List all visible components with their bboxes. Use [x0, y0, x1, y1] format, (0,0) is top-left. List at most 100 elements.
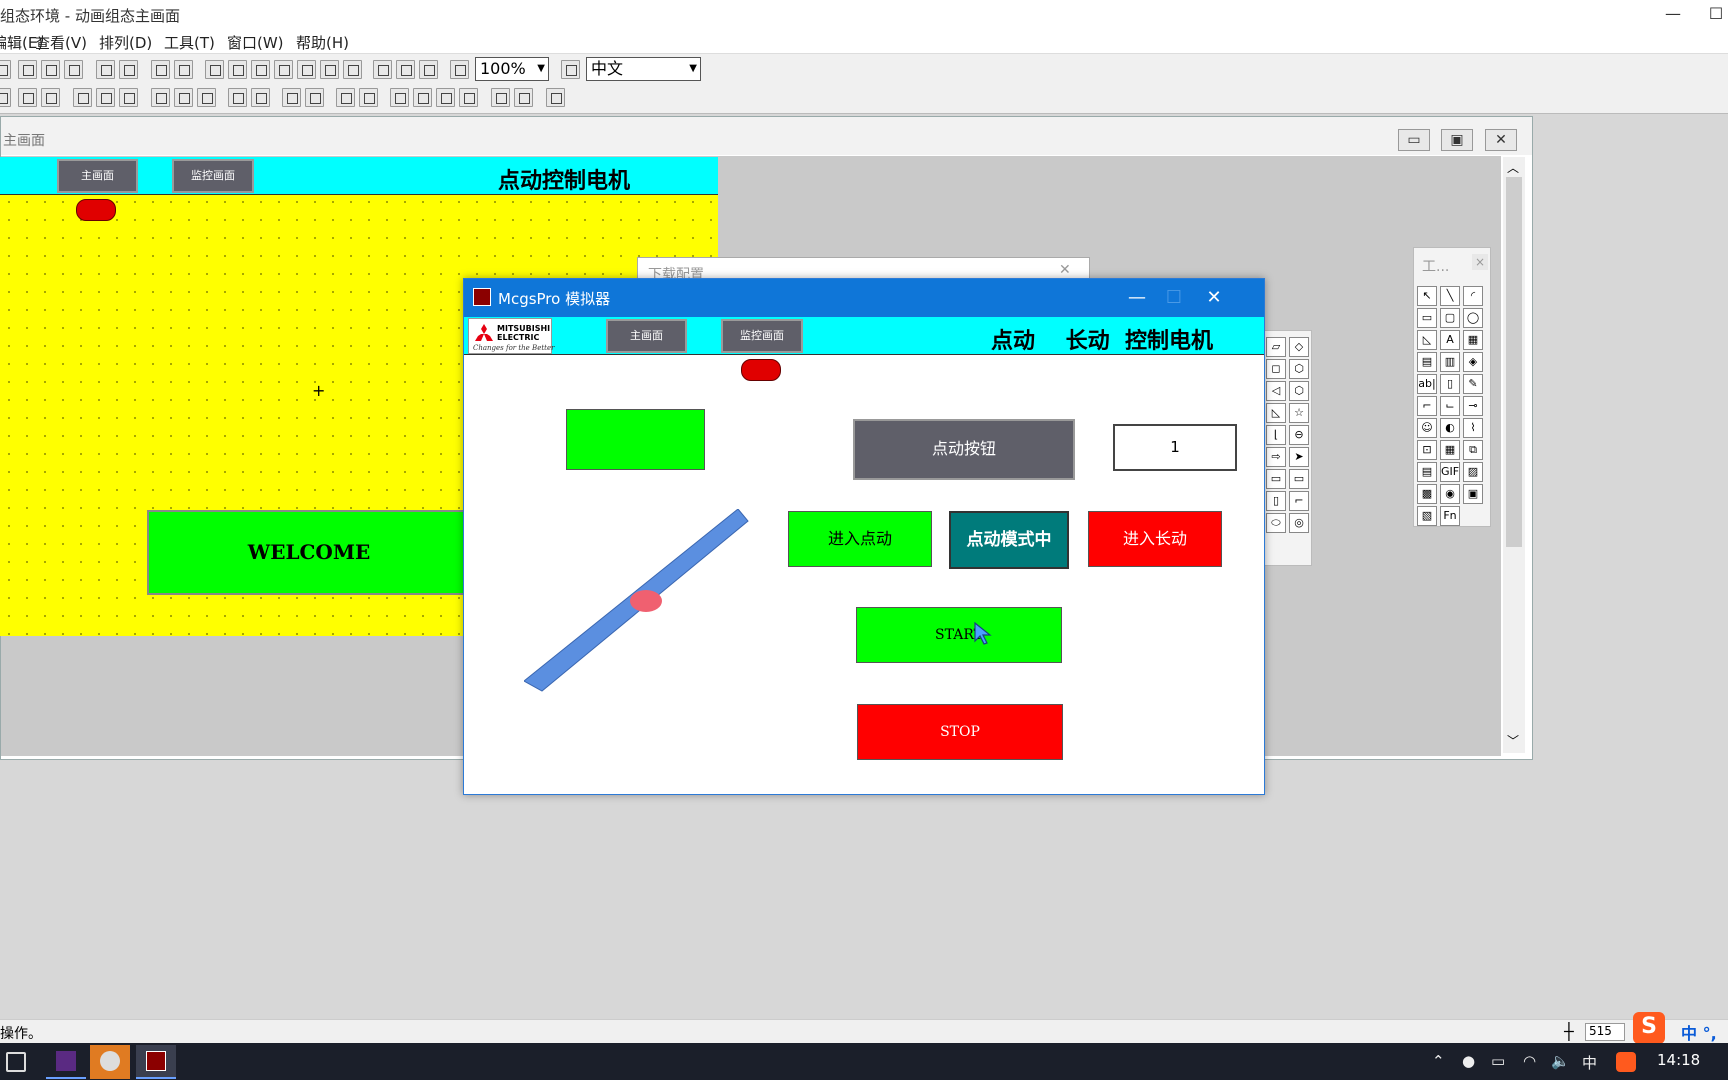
toolbox-tool-5-icon[interactable]: ◯: [1463, 308, 1483, 328]
toolbar-text-icon[interactable]: [274, 60, 293, 79]
language-select[interactable]: 中文 ▼: [586, 57, 701, 81]
minimize-button[interactable]: —: [1653, 2, 1693, 26]
editor-close-button[interactable]: ✕: [1485, 129, 1517, 151]
toolbar-list-icon[interactable]: [320, 60, 339, 79]
tray-ime-icon[interactable]: 中: [1582, 1052, 1597, 1073]
taskbar-app-recorder[interactable]: [90, 1045, 130, 1079]
toolbar-print-icon[interactable]: [0, 60, 11, 79]
simulator-minimize-button[interactable]: —: [1117, 285, 1157, 311]
toolbar-line-icon[interactable]: [297, 60, 316, 79]
toolbar-undo-icon[interactable]: [96, 60, 115, 79]
toolbox2-tool-17-icon[interactable]: ◎: [1289, 513, 1309, 533]
welcome-box[interactable]: WELCOME: [147, 510, 467, 595]
toolbar-prop-icon[interactable]: [205, 60, 224, 79]
toolbox2-tool-4-icon[interactable]: ◁: [1266, 381, 1286, 401]
toolbox-close-button[interactable]: ×: [1472, 254, 1488, 270]
close-icon[interactable]: ✕: [1059, 262, 1071, 278]
toolbox2-tool-16-icon[interactable]: ⬭: [1266, 513, 1286, 533]
tray-network-icon[interactable]: ◠: [1523, 1052, 1536, 1070]
tray-battery-icon[interactable]: ▭: [1491, 1052, 1505, 1070]
stop-button[interactable]: STOP: [857, 704, 1063, 760]
toolbox-tool-23-icon[interactable]: ⧉: [1463, 440, 1483, 460]
taskbar-app-simulator[interactable]: [136, 1045, 176, 1079]
rotate-left-icon[interactable]: [282, 88, 301, 107]
toolbar-check-icon[interactable]: [396, 60, 415, 79]
toolbar-help-icon[interactable]: [450, 60, 469, 79]
tray-qq-icon[interactable]: ●: [1462, 1052, 1475, 1070]
grid-toggle-icon[interactable]: [546, 88, 565, 107]
toolbar-sort-icon[interactable]: [419, 60, 438, 79]
toolbox-tool-12-icon[interactable]: ab|: [1417, 374, 1437, 394]
toolbox-tool-25-icon[interactable]: GIF: [1440, 462, 1460, 482]
menu-help[interactable]: 帮助(H): [296, 32, 349, 53]
toolbox-tool-7-icon[interactable]: A: [1440, 330, 1460, 350]
toolbar-window-icon[interactable]: [174, 60, 193, 79]
flip-h-icon[interactable]: [228, 88, 247, 107]
toolbar-paste-icon[interactable]: [64, 60, 83, 79]
toolbox-tool-1-icon[interactable]: ╲: [1440, 286, 1460, 306]
toolbox2-tool-0-icon[interactable]: ▱: [1266, 337, 1286, 357]
toolbar-grid-icon[interactable]: [343, 60, 362, 79]
toolbox-tool-24-icon[interactable]: ▤: [1417, 462, 1437, 482]
toolbar-language-icon[interactable]: [561, 60, 580, 79]
align-left-icon[interactable]: [0, 88, 11, 107]
align-top-icon[interactable]: [18, 88, 37, 107]
align-width-icon[interactable]: [41, 88, 60, 107]
toolbox-tool-9-icon[interactable]: ▤: [1417, 352, 1437, 372]
taskbar-app-mcgs-editor[interactable]: [46, 1045, 86, 1079]
toolbox2-tool-13-icon[interactable]: ▭: [1289, 469, 1309, 489]
tray-chevron-icon[interactable]: ⌃: [1432, 1052, 1445, 1070]
toolbar-download-icon[interactable]: [373, 60, 392, 79]
editor-restore-button[interactable]: ▣: [1441, 129, 1473, 151]
same-size-icon[interactable]: [151, 88, 170, 107]
maximize-button[interactable]: ☐: [1696, 2, 1728, 26]
tray-volume-icon[interactable]: 🔈: [1551, 1052, 1570, 1070]
canvas-indicator-lamp[interactable]: [76, 199, 116, 221]
toolbox-tool-10-icon[interactable]: ▥: [1440, 352, 1460, 372]
toolbox-tool-26-icon[interactable]: ▨: [1463, 462, 1483, 482]
flip-v-icon[interactable]: [251, 88, 270, 107]
toolbox-tool-11-icon[interactable]: ◈: [1463, 352, 1483, 372]
center-h-icon[interactable]: [119, 88, 138, 107]
enter-jog-button[interactable]: 进入点动: [788, 511, 932, 567]
zoom-select[interactable]: 100% ▼: [475, 57, 549, 81]
unlock-icon[interactable]: [514, 88, 533, 107]
menu-window[interactable]: 窗口(W): [227, 32, 284, 53]
toolbox-tool-18-icon[interactable]: ☺: [1417, 418, 1437, 438]
toolbox2-tool-14-icon[interactable]: ▯: [1266, 491, 1286, 511]
editor-minimize-button[interactable]: ▭: [1398, 129, 1430, 151]
toolbox2-tool-6-icon[interactable]: ◺: [1266, 403, 1286, 423]
same-height-icon[interactable]: [197, 88, 216, 107]
toolbox2-tool-1-icon[interactable]: ◇: [1289, 337, 1309, 357]
center-v-icon[interactable]: [96, 88, 115, 107]
sim-nav-main-button[interactable]: 主画面: [606, 319, 687, 353]
menu-arrange[interactable]: 排列(D): [99, 32, 152, 53]
toolbox-tool-20-icon[interactable]: ⌇: [1463, 418, 1483, 438]
toolbox2-tool-8-icon[interactable]: ⌊: [1266, 425, 1286, 445]
scroll-thumb[interactable]: [1506, 177, 1522, 547]
toolbox-tool-13-icon[interactable]: ▯: [1440, 374, 1460, 394]
group-icon[interactable]: [336, 88, 355, 107]
ungroup-icon[interactable]: [359, 88, 378, 107]
toolbox2-tool-15-icon[interactable]: ⌐: [1289, 491, 1309, 511]
backward-icon[interactable]: [459, 88, 478, 107]
center-icon[interactable]: [73, 88, 92, 107]
toolbar-font-icon[interactable]: [251, 60, 270, 79]
toolbar-copy-icon[interactable]: [41, 60, 60, 79]
toolbox-tool-31-icon[interactable]: Fn: [1440, 506, 1460, 526]
toolbox-tool-17-icon[interactable]: ⊸: [1463, 396, 1483, 416]
forward-icon[interactable]: [436, 88, 455, 107]
scroll-down-icon[interactable]: ﹀: [1507, 732, 1519, 749]
toolbox-tool-29-icon[interactable]: ▣: [1463, 484, 1483, 504]
toolbar-tools-icon[interactable]: [151, 60, 170, 79]
toolbox-tool-16-icon[interactable]: ⌙: [1440, 396, 1460, 416]
toolbox2-tool-12-icon[interactable]: ▭: [1266, 469, 1286, 489]
menu-tools[interactable]: 工具(T): [164, 32, 215, 53]
tray-sogou-icon[interactable]: [1616, 1052, 1636, 1072]
toolbox-tool-28-icon[interactable]: ◉: [1440, 484, 1460, 504]
canvas-nav-main-button[interactable]: 主画面: [57, 159, 138, 193]
toolbar-edit-icon[interactable]: [228, 60, 247, 79]
scroll-up-icon[interactable]: ︿: [1507, 159, 1519, 176]
toolbox-tool-0-icon[interactable]: ↖: [1417, 286, 1437, 306]
simulator-close-button[interactable]: ✕: [1194, 285, 1234, 311]
